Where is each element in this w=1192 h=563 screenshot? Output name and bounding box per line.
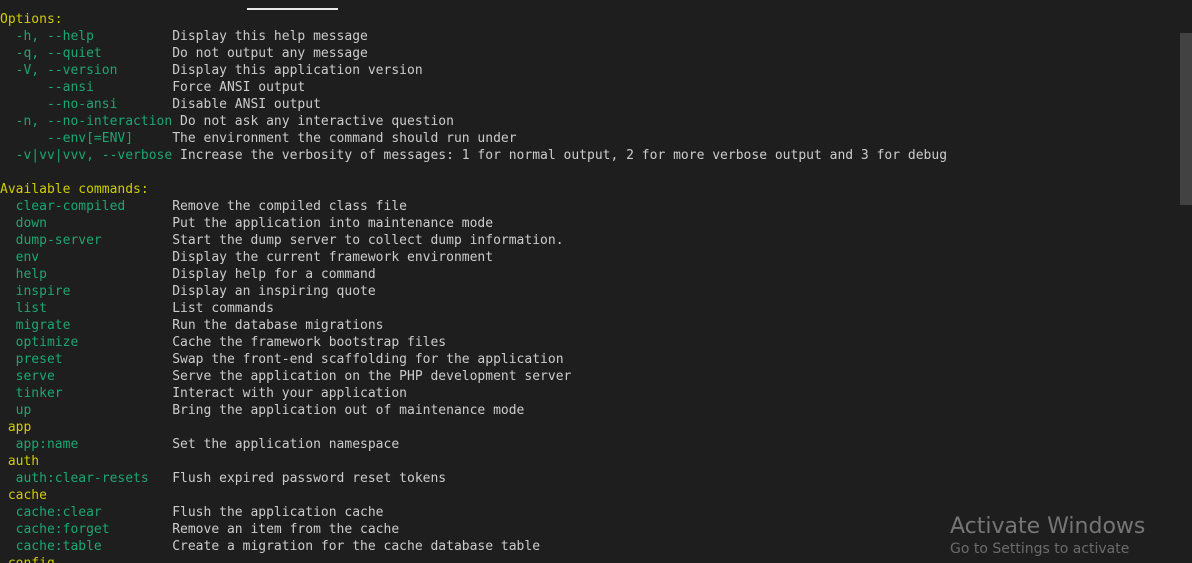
command-row: tinker Interact with your application <box>0 385 1192 402</box>
commands-heading-line: Available commands: <box>0 181 1192 198</box>
command-name-8[interactable]: optimize <box>0 335 172 350</box>
command-description-5: Display an inspiring quote <box>172 284 376 299</box>
command-row: clear-compiled Remove the compiled class… <box>0 198 1192 215</box>
command-row: migrate Run the database migrations <box>0 317 1192 334</box>
command-name-3[interactable]: env <box>0 250 172 265</box>
command-name-0[interactable]: clear-compiled <box>0 199 172 214</box>
command-description-18: Flush the application cache <box>172 505 384 520</box>
command-name-6[interactable]: list <box>0 301 172 316</box>
command-row: list List commands <box>0 300 1192 317</box>
console-output: Options: -h, --help Display this help me… <box>0 0 1192 563</box>
command-group-row: app <box>0 419 1192 436</box>
options-heading-line: Options: <box>0 11 1192 28</box>
command-description-6: List commands <box>172 301 274 316</box>
command-group-name-17: cache <box>0 488 47 503</box>
command-name-4[interactable]: help <box>0 267 172 282</box>
command-row: app:name Set the application namespace <box>0 436 1192 453</box>
command-description-19: Remove an item from the cache <box>172 522 400 537</box>
vertical-scrollbar-track[interactable] <box>1180 0 1192 563</box>
command-name-20[interactable]: cache:table <box>0 539 172 554</box>
command-row: dump-server Start the dump server to col… <box>0 232 1192 249</box>
option-flags-3[interactable]: --ansi <box>0 80 172 95</box>
command-name-11[interactable]: tinker <box>0 386 172 401</box>
option-description-0: Display this help message <box>172 29 368 44</box>
command-group-name-13: app <box>0 420 32 435</box>
command-description-4: Display help for a command <box>172 267 376 282</box>
command-row: preset Swap the front-end scaffolding fo… <box>0 351 1192 368</box>
command-description-8: Cache the framework bootstrap files <box>172 335 447 350</box>
command-name-10[interactable]: serve <box>0 369 172 384</box>
option-row: -v|vv|vvv, --verbose Increase the verbos… <box>0 147 1192 164</box>
command-row: auth:clear-resets Flush expired password… <box>0 470 1192 487</box>
command-row: cache:clear Flush the application cache <box>0 504 1192 521</box>
command-row: cache:forget Remove an item from the cac… <box>0 521 1192 538</box>
command-name-14[interactable]: app:name <box>0 437 172 452</box>
option-description-7: Increase the verbosity of messages: 1 fo… <box>180 148 948 163</box>
command-name-12[interactable]: up <box>0 403 172 418</box>
option-description-5: Do not ask any interactive question <box>180 114 454 129</box>
command-row: optimize Cache the framework bootstrap f… <box>0 334 1192 351</box>
command-description-16: Flush expired password reset tokens <box>172 471 447 486</box>
option-row: --ansi Force ANSI output <box>0 79 1192 96</box>
command-name-1[interactable]: down <box>0 216 172 231</box>
vertical-scrollbar-thumb[interactable] <box>1180 33 1192 205</box>
command-name-5[interactable]: inspire <box>0 284 172 299</box>
command-description-14: Set the application namespace <box>172 437 400 452</box>
option-description-1: Do not output any message <box>172 46 368 61</box>
option-flags-6[interactable]: --env[=ENV] <box>0 131 172 146</box>
command-description-10: Serve the application on the PHP develop… <box>172 369 572 384</box>
option-flags-4[interactable]: --no-ansi <box>0 97 172 112</box>
command-group-row: auth <box>0 453 1192 470</box>
command-row: cache:table Create a migration for the c… <box>0 538 1192 555</box>
command-description-3: Display the current framework environmen… <box>172 250 494 265</box>
option-description-6: The environment the command should run u… <box>172 131 517 146</box>
command-row: help Display help for a command <box>0 266 1192 283</box>
command-group-name-15: auth <box>0 454 40 469</box>
command-description-1: Put the application into maintenance mod… <box>172 216 494 231</box>
command-description-12: Bring the application out of maintenance… <box>172 403 525 418</box>
command-name-9[interactable]: preset <box>0 352 172 367</box>
options-heading: Options: <box>0 12 63 27</box>
option-description-4: Disable ANSI output <box>172 97 321 112</box>
terminal-window[interactable]: Options: -h, --help Display this help me… <box>0 0 1192 563</box>
option-row: -q, --quiet Do not output any message <box>0 45 1192 62</box>
option-row: --env[=ENV] The environment the command … <box>0 130 1192 147</box>
command-row: inspire Display an inspiring quote <box>0 283 1192 300</box>
option-flags-1[interactable]: -q, --quiet <box>0 46 172 61</box>
option-flags-7[interactable]: -v|vv|vvv, --verbose <box>0 148 180 163</box>
option-flags-5[interactable]: -n, --no-interaction <box>0 114 180 129</box>
command-description-0: Remove the compiled class file <box>172 199 407 214</box>
command-name-16[interactable]: auth:clear-resets <box>0 471 172 486</box>
command-row: up Bring the application out of maintena… <box>0 402 1192 419</box>
option-row: -V, --version Display this application v… <box>0 62 1192 79</box>
command-name-18[interactable]: cache:clear <box>0 505 172 520</box>
option-row: -n, --no-interaction Do not ask any inte… <box>0 113 1192 130</box>
command-description-11: Interact with your application <box>172 386 407 401</box>
command-description-2: Start the dump server to collect dump in… <box>172 233 564 248</box>
option-description-3: Force ANSI output <box>172 80 306 95</box>
command-name-2[interactable]: dump-server <box>0 233 172 248</box>
command-group-row: cache <box>0 487 1192 504</box>
available-commands-heading: Available commands: <box>0 182 149 197</box>
command-description-9: Swap the front-end scaffolding for the a… <box>172 352 564 367</box>
command-description-20: Create a migration for the cache databas… <box>172 539 541 554</box>
command-group-name-21: config <box>0 556 55 563</box>
clipped-top-line <box>0 0 1192 11</box>
command-description-7: Run the database migrations <box>172 318 384 333</box>
command-name-19[interactable]: cache:forget <box>0 522 172 537</box>
command-group-row: config <box>0 555 1192 563</box>
option-description-2: Display this application version <box>172 63 423 78</box>
option-row: --no-ansi Disable ANSI output <box>0 96 1192 113</box>
command-row: env Display the current framework enviro… <box>0 249 1192 266</box>
command-name-7[interactable]: migrate <box>0 318 172 333</box>
option-row: -h, --help Display this help message <box>0 28 1192 45</box>
command-row: down Put the application into maintenanc… <box>0 215 1192 232</box>
option-flags-2[interactable]: -V, --version <box>0 63 172 78</box>
command-row: serve Serve the application on the PHP d… <box>0 368 1192 385</box>
option-flags-0[interactable]: -h, --help <box>0 29 172 44</box>
